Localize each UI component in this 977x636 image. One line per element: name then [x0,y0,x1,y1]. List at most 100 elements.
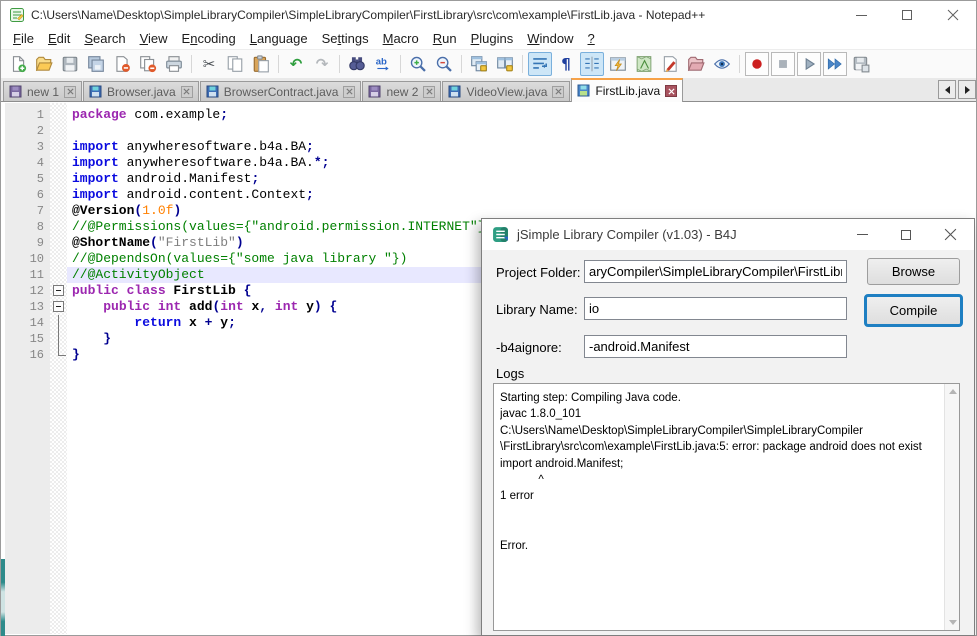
document-switcher-icon [661,55,679,73]
toolbar-word-wrap-button[interactable] [528,52,552,76]
menu-view[interactable]: View [133,29,175,49]
menu-search[interactable]: Search [77,29,132,49]
tab-close-button[interactable] [64,86,76,98]
close-all-icon [139,55,157,73]
toolbar-monitoring-button[interactable] [710,52,734,76]
toolbar-cut-button[interactable]: ✂ [197,52,221,76]
line-number: 6 [5,187,44,203]
toolbar-macro-play-button[interactable] [797,52,821,76]
tab-close-button[interactable] [343,86,355,98]
toolbar-redo-button[interactable]: ↷ [310,52,334,76]
library-name-input[interactable] [584,297,847,320]
menu-file[interactable]: File [6,29,41,49]
maximize-button[interactable] [884,1,930,29]
dialog-close-button[interactable] [928,219,972,250]
menu-run[interactable]: Run [426,29,464,49]
minimize-button[interactable] [838,1,884,29]
toolbar-undo-button[interactable]: ↶ [284,52,308,76]
toolbar-function-list-button[interactable] [606,52,630,76]
tab-scroll-left-button[interactable] [938,80,956,99]
fold-collapse-icon[interactable] [53,301,64,312]
fold-collapse-icon[interactable] [53,285,64,296]
menu-edit[interactable]: Edit [41,29,77,49]
project-folder-input[interactable] [584,260,847,283]
window-title: C:\Users\Name\Desktop\SimpleLibraryCompi… [31,8,705,22]
close-button[interactable] [930,1,976,29]
menu-language[interactable]: Language [243,29,315,49]
menu-encoding[interactable]: Encoding [175,29,243,49]
close-icon [555,88,562,95]
browse-button[interactable]: Browse [867,258,960,285]
code-text: } [72,347,80,363]
toolbar-replace-button[interactable]: ab [371,52,395,76]
dialog-minimize-button[interactable] [840,219,884,250]
fold-guide [58,315,59,331]
tab-new-1[interactable]: new 1 [3,81,82,101]
window-titlebar: C:\Users\Name\Desktop\SimpleLibraryCompi… [1,1,976,29]
code-line: 2 [2,123,975,139]
toolbar-save-all-button[interactable] [84,52,108,76]
toolbar-zoom-in-button[interactable] [406,52,430,76]
print-icon [165,55,183,73]
logs-scrollbar[interactable] [944,384,959,630]
menu-?[interactable]: ? [581,29,602,49]
tab-close-button[interactable] [423,86,435,98]
toolbar-open-folder-button[interactable] [32,52,56,76]
fold-guide [58,331,59,347]
menu-window[interactable]: Window [520,29,580,49]
scroll-up-button[interactable] [945,384,960,399]
code-text: package com.example; [72,107,228,123]
menu-plugins[interactable]: Plugins [464,29,521,49]
cut-icon: ✂ [203,57,216,72]
tab-browsercontract-java[interactable]: BrowserContract.java [200,81,362,101]
tab-close-button[interactable] [552,86,564,98]
toolbar-close-button[interactable] [110,52,134,76]
logs-label: Logs [496,366,524,381]
menu-settings[interactable]: Settings [315,29,376,49]
file-saved-icon [448,85,462,99]
toolbar-find-button[interactable] [345,52,369,76]
tab-browser-java[interactable]: Browser.java [83,81,199,101]
line-number: 11 [5,267,44,283]
toolbar-macro-stop-button[interactable] [771,52,795,76]
toolbar-save-button[interactable] [58,52,82,76]
toolbar-indent-guide-button[interactable] [580,52,604,76]
scroll-down-button[interactable] [945,615,960,630]
tab-close-button[interactable] [181,86,193,98]
menu-macro[interactable]: Macro [376,29,426,49]
toolbar-macro-save-button[interactable] [849,52,873,76]
code-text: //@Permissions(values={"android.permissi… [72,219,493,235]
open-folder-icon [35,55,53,73]
toolbar-sync-horizontal-button[interactable] [493,52,517,76]
toolbar-show-all-chars-button[interactable]: ¶ [554,52,578,76]
close-icon [668,88,675,95]
toolbar-sync-vertical-button[interactable] [467,52,491,76]
toolbar-separator [461,55,462,73]
toolbar-paste-button[interactable] [249,52,273,76]
toolbar-macro-run-multiple-button[interactable] [823,52,847,76]
toolbar-separator [191,55,192,73]
toolbar-print-button[interactable] [162,52,186,76]
tab-close-button[interactable] [665,85,677,97]
dialog-maximize-button[interactable] [884,219,928,250]
toolbar-document-switcher-button[interactable] [658,52,682,76]
toolbar-copy-button[interactable] [223,52,247,76]
logs-panel[interactable]: Starting step: Compiling Java code. java… [493,383,960,631]
b4aignore-input[interactable] [584,335,847,358]
tab-scroll-right-button[interactable] [958,80,976,99]
toolbar-macro-record-button[interactable] [745,52,769,76]
close-icon [183,88,190,95]
indent-guide-icon [583,55,601,73]
toolbar-document-map-button[interactable] [632,52,656,76]
toolbar-new-file-button[interactable] [6,52,30,76]
tab-new-2[interactable]: new 2 [362,81,441,101]
toolbar-close-all-button[interactable] [136,52,160,76]
toolbar-folder-workspace-button[interactable] [684,52,708,76]
tab-firstlib-java[interactable]: FirstLib.java [571,78,683,102]
tab-videoview-java[interactable]: VideoView.java [442,81,570,101]
find-icon [348,55,366,73]
toolbar-separator [400,55,401,73]
toolbar-zoom-out-button[interactable] [432,52,456,76]
menu-bar: FileEditSearchViewEncodingLanguageSettin… [1,29,976,49]
compile-button[interactable]: Compile [864,294,963,327]
